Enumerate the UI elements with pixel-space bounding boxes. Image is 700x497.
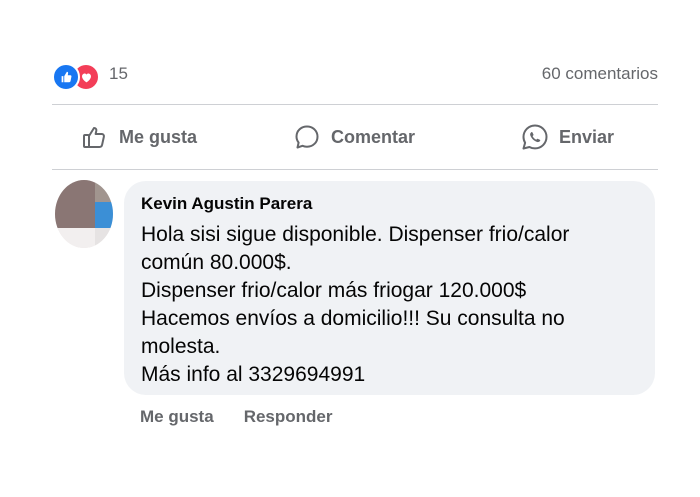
reaction-icons [52,63,104,91]
comment-text-line: Dispenser frio/calor más friogar 120.000… [141,279,527,302]
comment-text-line: común 80.000$. [141,251,292,274]
comment-author-name[interactable]: Kevin Agustin Parera [141,194,312,214]
like-button-label: Me gusta [119,126,198,147]
comment-text-line: molesta. [141,335,221,358]
send-button[interactable]: Enviar [520,105,614,169]
comment-icon [292,122,322,152]
thumbs-up-icon [80,122,110,152]
comment-bubble: Kevin Agustin Parera Hola sisi sigue dis… [124,181,655,395]
comment-text-line: Hacemos envíos a domicilio!!! Su consult… [141,307,565,330]
comment-button[interactable]: Comentar [292,105,415,169]
divider [52,169,658,170]
like-icon [52,63,80,91]
comment-like-button[interactable]: Me gusta [140,407,214,427]
send-button-label: Enviar [559,126,615,147]
comment-text-line: Hola sisi sigue disponible. Dispenser fr… [141,223,570,246]
comment-button-label: Comentar [331,126,416,147]
comments-count-link[interactable]: 60 comentarios [542,64,658,84]
reactions-summary[interactable]: 15 60 comentarios [52,60,658,91]
comment-actions: Me gusta Responder [140,404,332,430]
comment-reply-button[interactable]: Responder [244,407,333,427]
reaction-count[interactable]: 15 [109,64,128,84]
comment-text-line: Más info al 3329694991 [141,363,366,386]
comment-text: Hola sisi sigue disponible. Dispenser fr… [141,221,646,389]
whatsapp-icon [520,122,550,152]
post-action-bar: Me gusta Comentar Enviar [52,105,658,169]
like-button[interactable]: Me gusta [80,105,197,169]
avatar[interactable] [55,180,113,248]
